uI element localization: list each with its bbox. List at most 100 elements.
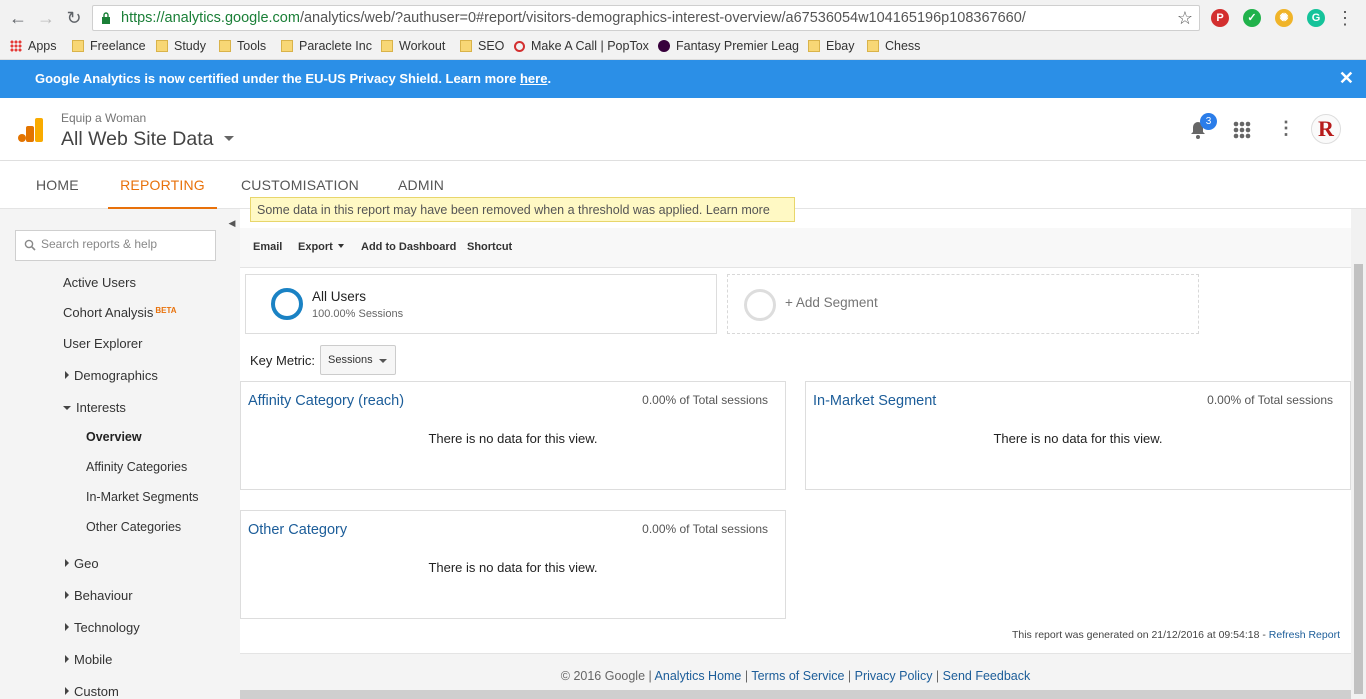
address-bar[interactable]: https://analytics.google.com/analytics/w… (92, 5, 1200, 31)
notice-message: Google Analytics is now certified under … (35, 71, 552, 86)
add-segment-button[interactable]: + Add Segment (727, 274, 1199, 334)
shortcut-button[interactable]: Shortcut (467, 241, 512, 253)
in-market-no-data: There is no data for this view. (993, 431, 1163, 446)
gear-extension-icon[interactable]: ✺ (1275, 9, 1293, 27)
apps-grid-icon[interactable] (1233, 121, 1251, 139)
bookmark-ebay[interactable]: Ebay (808, 39, 855, 53)
terms-link[interactable]: Terms of Service (751, 669, 844, 683)
collapse-arrow-icon (63, 406, 71, 410)
other-no-data: There is no data for this view. (428, 560, 598, 575)
lock-icon (102, 12, 110, 24)
collapse-sidebar-icon[interactable]: ◀ (224, 209, 240, 237)
expand-arrow-icon (65, 591, 69, 599)
in-market-segment-panel: In-Market Segment 0.00% of Total session… (805, 381, 1351, 490)
sidebar-item-mobile[interactable]: Mobile (65, 652, 112, 667)
folder-icon (460, 40, 472, 52)
sidebar-item-behaviour[interactable]: Behaviour (65, 588, 133, 603)
send-feedback-link[interactable]: Send Feedback (943, 669, 1031, 683)
search-box[interactable] (15, 230, 216, 261)
sidebar-item-affinity-categories[interactable]: Affinity Categories (86, 460, 187, 474)
notice-learn-more-link[interactable]: here (520, 71, 547, 86)
sidebar-item-in-market-segments[interactable]: In-Market Segments (86, 490, 199, 504)
horizontal-scrollbar[interactable] (240, 690, 1351, 699)
bookmark-poptox[interactable]: Make A Call | PopTox (514, 39, 649, 53)
key-metric-dropdown[interactable]: Sessions (320, 345, 396, 375)
affinity-category-panel: Affinity Category (reach) 0.00% of Total… (240, 381, 786, 490)
notification-count-badge: 3 (1200, 113, 1217, 130)
refresh-report-link[interactable]: Refresh Report (1269, 629, 1340, 641)
expand-arrow-icon (65, 559, 69, 567)
other-category-panel: Other Category 0.00% of Total sessions T… (240, 510, 786, 619)
bookmark-workout[interactable]: Workout (381, 39, 445, 53)
sidebar-item-cohort-analysis[interactable]: Cohort Analysis BETA (63, 305, 177, 320)
bookmark-seo[interactable]: SEO (460, 39, 504, 53)
sidebar: ◀ Active Users Cohort AnalysisBETA User … (0, 209, 240, 699)
url-text: https://analytics.google.com/analytics/w… (121, 10, 1026, 26)
empty-ring-icon (744, 289, 776, 321)
bookmark-fantasy[interactable]: Fantasy Premier Leag (658, 39, 799, 53)
browser-toolbar: ← → ↻ https://analytics.google.com/analy… (0, 0, 1366, 36)
bookmark-paraclete[interactable]: Paraclete Inc (281, 39, 372, 53)
footer-links: © 2016 Google | Analytics Home | Terms o… (560, 669, 1031, 683)
sidebar-item-demographics[interactable]: Demographics (65, 368, 158, 383)
bookmark-study[interactable]: Study (156, 39, 206, 53)
account-name[interactable]: Equip a Woman (61, 111, 146, 125)
affinity-category-link[interactable]: Affinity Category (reach) (248, 393, 404, 409)
threshold-notice: Some data in this report may have been r… (250, 197, 795, 222)
report-toolbar: Email Export Add to Dashboard Shortcut (240, 228, 1351, 268)
chevron-down-icon[interactable] (224, 136, 234, 141)
privacy-link[interactable]: Privacy Policy (855, 669, 933, 683)
reload-icon[interactable]: ↻ (64, 8, 84, 28)
report-content: Some data in this report may have been r… (240, 197, 1351, 699)
bookmark-chess[interactable]: Chess (867, 39, 920, 53)
folder-icon (808, 40, 820, 52)
expand-arrow-icon (65, 623, 69, 631)
more-vert-icon[interactable]: ⋮ (1277, 118, 1295, 139)
expand-arrow-icon (65, 655, 69, 663)
close-icon[interactable]: ✕ (1339, 68, 1354, 89)
analytics-home-link[interactable]: Analytics Home (655, 669, 742, 683)
check-extension-icon[interactable]: ✓ (1243, 9, 1261, 27)
bookmark-freelance[interactable]: Freelance (72, 39, 146, 53)
sidebar-item-overview[interactable]: Overview (86, 430, 142, 444)
sidebar-item-geo[interactable]: Geo (65, 556, 99, 571)
report-generated-line: This report was generated on 21/12/2016 … (1011, 629, 1340, 641)
segment-detail: 100.00% Sessions (312, 308, 404, 320)
sidebar-item-custom[interactable]: Custom (65, 684, 119, 699)
other-category-link[interactable]: Other Category (248, 522, 347, 538)
folder-icon (72, 40, 84, 52)
view-selector[interactable]: All Web Site Data (61, 128, 213, 151)
bookmark-tools[interactable]: Tools (219, 39, 266, 53)
add-to-dashboard-button[interactable]: Add to Dashboard (361, 241, 456, 253)
privacy-shield-notice: Google Analytics is now certified under … (0, 60, 1366, 98)
tab-home[interactable]: HOME (36, 161, 79, 209)
key-metric-label: Key Metric: (250, 353, 316, 368)
back-arrow-icon[interactable]: ← (8, 8, 28, 28)
vertical-scrollbar[interactable] (1351, 209, 1366, 699)
browser-menu-icon[interactable]: ⋮ (1336, 8, 1354, 29)
in-market-segment-link[interactable]: In-Market Segment (813, 393, 936, 409)
affinity-pct-label: 0.00% of Total sessions (642, 393, 768, 407)
search-icon (24, 239, 36, 251)
bookmark-star-icon[interactable]: ☆ (1177, 8, 1193, 29)
bookmark-apps[interactable]: Apps (10, 39, 57, 53)
chevron-down-icon (379, 359, 387, 363)
sidebar-item-active-users[interactable]: Active Users (63, 275, 136, 290)
tab-reporting[interactable]: REPORTING (108, 161, 217, 209)
segment-name: All Users (312, 289, 367, 304)
grammarly-extension-icon[interactable]: G (1307, 9, 1325, 27)
sidebar-item-other-categories[interactable]: Other Categories (86, 520, 181, 534)
sidebar-item-technology[interactable]: Technology (65, 620, 140, 635)
analytics-logo-icon (18, 118, 43, 142)
search-input[interactable] (41, 237, 211, 251)
scrollbar-thumb[interactable] (1354, 264, 1363, 694)
other-pct-label: 0.00% of Total sessions (642, 522, 768, 536)
segment-card-all-users[interactable]: All Users 100.00% Sessions (245, 274, 717, 334)
sidebar-item-interests[interactable]: Interests (63, 400, 126, 415)
email-button[interactable]: Email (253, 241, 282, 253)
avatar[interactable]: R (1311, 114, 1341, 144)
export-button[interactable]: Export (298, 241, 344, 253)
forward-arrow-icon[interactable]: → (36, 8, 56, 28)
sidebar-item-user-explorer[interactable]: User Explorer (63, 336, 142, 351)
pinterest-extension-icon[interactable]: P (1211, 9, 1229, 27)
